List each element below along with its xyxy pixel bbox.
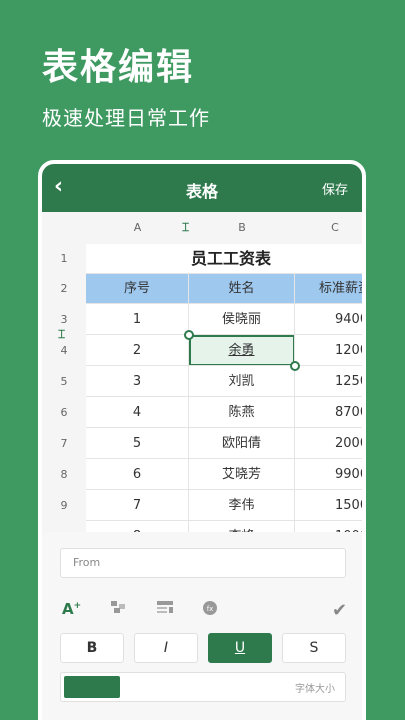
promo-title: 表格编辑 [42,47,195,88]
font-style-icon[interactable]: A+ [62,600,81,618]
table-cell[interactable]: 3 [86,366,189,397]
table-cell[interactable]: 15000 [295,490,362,521]
row-resize-icon[interactable]: ⌶ [58,327,65,342]
column-header-b[interactable]: B [189,212,295,244]
table-cell[interactable]: 20000 [295,428,362,459]
page-title: 表格 [185,182,218,201]
table-cell[interactable]: 9400 [295,304,362,335]
column-header-a[interactable]: A [86,212,189,244]
font-size-label: 字体大小 [295,684,335,695]
table-cell[interactable]: 艾晓芳 [189,459,295,490]
table-cell[interactable]: 李伟 [189,490,295,521]
confirm-check-icon[interactable]: ✔ [332,600,347,621]
formula-input[interactable]: From [60,548,346,578]
row-header-2[interactable]: 2 [42,274,86,304]
column-resize-icon[interactable]: ⌶ [182,220,189,235]
italic-button[interactable]: I [134,633,198,663]
table-cell[interactable]: 12000 [295,335,362,366]
row-header-7[interactable]: 7 [42,428,86,459]
cell-style-icon[interactable] [110,600,126,618]
table-cell[interactable]: 侯晓丽 [189,304,295,335]
table-cell[interactable]: 9900 [295,459,362,490]
strikethrough-button[interactable]: S [282,633,346,663]
table-cell[interactable]: 6 [86,459,189,490]
font-size-slider[interactable]: 字体大小 [60,672,346,702]
table-cell[interactable]: 7 [86,490,189,521]
font-size-slider-fill[interactable] [64,676,120,698]
corner-cell[interactable] [42,212,86,244]
table-cell[interactable]: 8 [86,521,189,532]
row-header-9[interactable]: 9 [42,490,86,521]
row-header-8[interactable]: 8 [42,459,86,490]
table-cell[interactable]: 欧阳倩 [189,428,295,459]
table-style-icon[interactable] [156,600,174,618]
table-cell[interactable]: 李峰 [189,521,295,532]
row-header-5[interactable]: 5 [42,366,86,397]
table-cell[interactable]: 2 [86,335,189,366]
function-icon[interactable]: fx [202,600,218,620]
header-cell-index[interactable]: 序号 [86,274,189,304]
app-bar: ‹ 表格 保存 [42,164,362,212]
header-cell-name[interactable]: 姓名 [189,274,295,304]
underline-button[interactable]: U [208,633,272,663]
table-cell[interactable]: 陈燕 [189,397,295,428]
table-cell[interactable]: 12500 [295,366,362,397]
svg-text:fx: fx [207,605,214,613]
row-header-6[interactable]: 6 [42,397,86,428]
table-cell[interactable]: 10000 [295,521,362,532]
table-cell[interactable]: 1 [86,304,189,335]
phone-frame: ‹ 表格 保存 A B C ⌶ 1 2 3 4 5 6 7 8 9 10 ⌶ 员… [38,160,366,720]
row-header-1[interactable]: 1 [42,244,86,274]
edit-panel: From A+ fx ✔ B I U S 字体大小 [42,532,362,720]
table-cell[interactable]: 5 [86,428,189,459]
promo-subtitle: 极速处理日常工作 [42,106,210,130]
row-header-10[interactable]: 10 [42,521,86,532]
spreadsheet-grid[interactable]: A B C ⌶ 1 2 3 4 5 6 7 8 9 10 ⌶ 员工工资表 序号 … [42,212,362,532]
sheet-title-cell[interactable]: 员工工资表 [86,244,362,274]
selection-handle-top-left[interactable] [184,330,194,340]
selection-handle-bottom-right[interactable] [290,361,300,371]
table-cell[interactable]: 4 [86,397,189,428]
table-cell[interactable]: 余勇 [189,335,295,366]
bold-button[interactable]: B [60,633,124,663]
header-cell-salary[interactable]: 标准薪资 [295,274,362,304]
column-header-c[interactable]: C [295,212,362,244]
save-button[interactable]: 保存 [322,179,348,198]
table-cell[interactable]: 刘凯 [189,366,295,397]
table-cell[interactable]: 8700 [295,397,362,428]
